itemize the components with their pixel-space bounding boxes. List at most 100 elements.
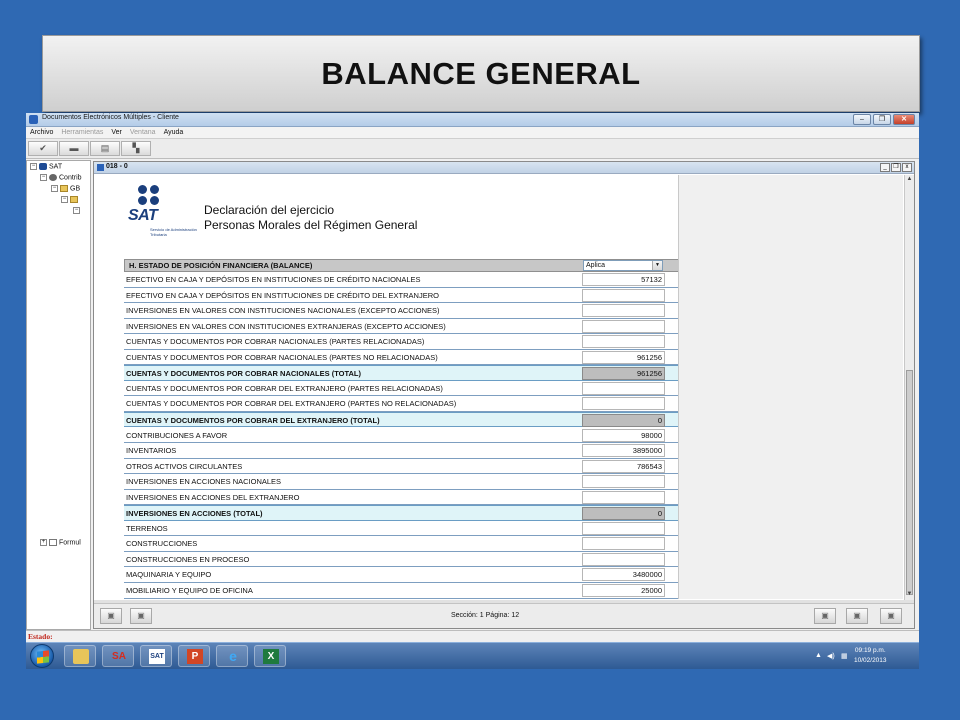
amount-input[interactable] [582,381,665,395]
row-label: CUENTAS Y DOCUMENTOS POR COBRAR DEL EXTR… [126,399,457,409]
tree-node-gb[interactable]: − GB [51,185,80,192]
powerpoint-icon[interactable]: P [178,645,210,667]
row-label: EFECTIVO EN CAJA Y DEPÓSITOS EN INSTITUC… [126,290,439,300]
tree-node-item[interactable]: − [73,207,82,214]
collapse-icon[interactable]: − [30,163,37,170]
network-icon[interactable]: ▦ [841,652,848,660]
volume-icon[interactable]: ◀) [827,652,835,660]
collapse-icon[interactable]: − [51,185,58,192]
expand-icon[interactable]: + [40,539,47,546]
menu-ayuda[interactable]: Ayuda [164,127,184,138]
amount-input[interactable] [582,475,665,489]
amount-input[interactable]: 961256 [582,350,665,364]
minimize-button[interactable]: ‒ [853,114,871,125]
amount-input[interactable] [582,335,665,349]
close-button[interactable]: ✕ [893,114,915,125]
explorer-icon[interactable] [64,645,96,667]
prev-section-icon[interactable]: ▣ [130,608,152,624]
restore-button[interactable]: ❐ [873,114,891,125]
row-label: INVERSIONES EN VALORES CON INSTITUCIONES… [126,321,446,331]
chevron-down-icon[interactable]: ▼ [652,261,662,270]
amount-input[interactable]: 3480000 [582,568,665,582]
next-section-icon[interactable]: ▣ [814,608,836,624]
sa-icon[interactable]: SA [102,645,134,667]
window-titlebar[interactable]: Documentos Electrónicos Múltiples - Clie… [26,113,919,127]
menu-archivo[interactable]: Archivo [30,127,53,138]
folder-icon [70,196,78,203]
menu-ventana[interactable]: Ventana [130,127,156,138]
doc-minimize-button[interactable]: _ [880,163,890,172]
balance-row: CONSTRUCCIONES EN PROCESO [124,552,679,568]
scroll-up-icon[interactable]: ▲ [906,176,913,183]
aplica-select[interactable]: Aplica ▼ [583,260,663,271]
status-label: Estado: [28,632,53,641]
clock-time: 09:19 p.m. [854,647,886,654]
amount-input[interactable]: 25000 [582,584,665,597]
total-value-field: 961256 [582,367,665,381]
amount-input[interactable] [582,490,665,504]
row-label: CUENTAS Y DOCUMENTOS POR COBRAR NACIONAL… [126,337,425,347]
amount-input[interactable]: 786543 [582,459,665,473]
form-margin-area [678,175,903,599]
amount-input[interactable]: 57132 [582,273,665,286]
total-value-field: 0 [582,507,665,521]
tree-node-subfolder[interactable]: − [61,196,80,203]
first-page-icon[interactable]: ▣ [100,608,122,624]
last-page-icon[interactable]: ▣ [880,608,902,624]
doc-restore-button[interactable]: ❐ [891,163,901,172]
amount-input[interactable]: 3895000 [582,444,665,458]
document-icon[interactable]: ▤ [90,141,120,156]
amount-input[interactable] [582,319,665,333]
balance-row: CUENTAS Y DOCUMENTOS POR COBRAR DEL EXTR… [124,396,679,412]
vertical-scrollbar[interactable]: ▲ ▼ [904,175,914,600]
check-icon[interactable]: ✔ [28,141,58,156]
document-controls: _ ❐ x [880,163,912,172]
menu-herramientas[interactable]: Herramientas [61,127,103,138]
tray-arrow-icon[interactable]: ▲ [815,652,822,659]
row-label: EFECTIVO EN CAJA Y DEPÓSITOS EN INSTITUC… [126,275,421,284]
system-tray: ▲ ◀) ▦ 09:19 p.m. 10/02/2013 [809,643,919,669]
scroll-thumb[interactable] [906,370,913,595]
start-button[interactable] [30,644,54,668]
menu-ver[interactable]: Ver [111,127,122,138]
amount-input[interactable] [582,537,665,551]
collapse-icon[interactable]: − [73,207,80,214]
stamp-icon[interactable]: ▚ [121,141,151,156]
total-value-field: 0 [582,413,665,427]
print-icon[interactable]: ▬ [59,141,89,156]
row-label: CUENTAS Y DOCUMENTOS POR COBRAR NACIONAL… [126,352,438,362]
total-row: CUENTAS Y DOCUMENTOS POR COBRAR DEL EXTR… [124,411,679,428]
next-page-icon[interactable]: ▣ [846,608,868,624]
app-screenshot: Documentos Electrónicos Múltiples - Clie… [26,113,919,669]
aplica-select-value: Aplica [586,262,606,269]
amount-input[interactable] [582,397,665,411]
excel-icon[interactable]: X [254,645,286,667]
collapse-icon[interactable]: − [40,174,47,181]
amount-input[interactable] [582,304,665,318]
row-label: INVERSIONES EN ACCIONES (TOTAL) [126,509,263,519]
document-titlebar[interactable]: 018 - 0 _ ❐ x [94,162,914,174]
declaration-form: SAT Servicio de Administración Tributari… [102,175,679,615]
amount-input[interactable] [582,552,665,566]
scroll-down-icon[interactable]: ▼ [906,591,913,598]
sat-logo-subtitle: Servicio de Administración Tributaria [150,227,197,237]
amount-input[interactable]: 98000 [582,428,665,442]
doc-close-button[interactable]: x [902,163,912,172]
total-row: CUENTAS Y DOCUMENTOS POR COBRAR NACIONAL… [124,365,679,381]
declaration-line1: Declaración del ejercicio [204,203,335,217]
tree-node-formul[interactable]: + Formul [40,539,81,546]
tree-node-sat[interactable]: − SAT [30,163,62,170]
sat-icon[interactable]: SAT [140,645,172,667]
amount-input[interactable] [582,521,665,535]
slide-title: BALANCE GENERAL [321,55,641,91]
balance-row: CUENTAS Y DOCUMENTOS POR COBRAR NACIONAL… [124,334,679,350]
ie-icon[interactable]: e [216,645,248,667]
tree-node-contrib[interactable]: − Contrib [40,174,82,181]
collapse-icon[interactable]: − [61,196,68,203]
amount-input[interactable] [582,288,665,302]
clock[interactable]: 09:19 p.m. 10/02/2013 [854,646,887,666]
balance-row: INVERSIONES EN ACCIONES DEL EXTRANJERO [124,490,679,506]
taskbar: SA SAT P e X ▲ ◀) ▦ 09:19 p.m. 10/02/201… [26,642,919,669]
document-icon [97,164,104,171]
row-label: CUENTAS Y DOCUMENTOS POR COBRAR NACIONAL… [126,369,362,379]
